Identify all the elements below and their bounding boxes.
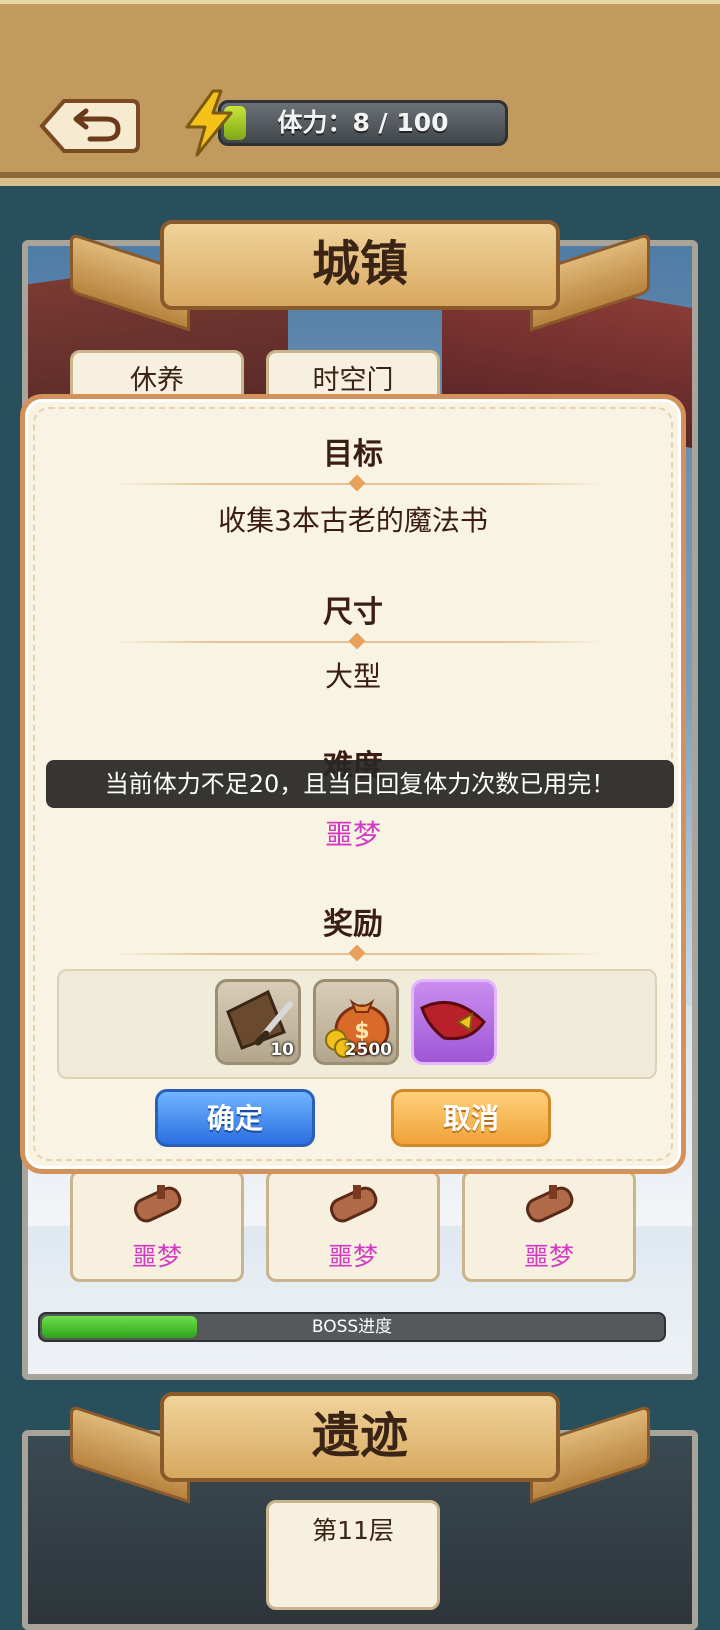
size-value: 大型: [324, 660, 381, 693]
confirm-button[interactable]: 确定: [155, 1089, 315, 1147]
nightmare-label: 噩梦: [327, 1242, 378, 1271]
back-button[interactable]: [36, 97, 140, 155]
boss-progress-label: BOSS进度: [311, 1317, 393, 1337]
nightmare-card-2[interactable]: 噩梦: [266, 1170, 440, 1282]
reward-qty: 2500: [344, 1040, 392, 1060]
nightmare-label: 噩梦: [131, 1242, 182, 1271]
floor-label: 第11层: [312, 1516, 394, 1545]
goal-heading: 目标: [323, 437, 383, 472]
divider: [113, 474, 603, 492]
stamina-bar: 体力：8 / 100: [218, 100, 508, 146]
ruins-banner: 遗迹: [70, 1384, 650, 1504]
nightmare-card-1[interactable]: 噩梦: [70, 1170, 244, 1282]
stamina-text: 体力：8 / 100: [277, 108, 449, 137]
size-heading: 尺寸: [323, 595, 383, 630]
lightning-icon: [185, 89, 233, 157]
divider: [113, 632, 603, 650]
town-banner: 城镇: [70, 212, 650, 332]
toast-message: 当前体力不足20，且当日回复体力次数已用完！: [46, 760, 674, 808]
nightmare-label: 噩梦: [523, 1242, 574, 1271]
nightmare-card-3[interactable]: 噩梦: [462, 1170, 636, 1282]
reward-item-belt[interactable]: [411, 979, 497, 1065]
divider-gem: [348, 632, 366, 650]
difficulty-value: 噩梦: [324, 818, 381, 851]
reward-heading: 奖励: [323, 907, 383, 942]
boss-progress-bar: BOSS进度: [38, 1312, 666, 1342]
scroll-icon: [525, 1185, 574, 1223]
scroll-icon: [329, 1185, 378, 1223]
town-title: 城镇: [311, 236, 408, 292]
goal-value: 收集3本古老的魔法书: [218, 504, 488, 537]
top-bar: 体力：8 / 100: [0, 0, 720, 186]
divider-gem: [348, 474, 366, 492]
reward-qty: 10: [270, 1040, 294, 1060]
cancel-button[interactable]: 取消: [391, 1089, 551, 1147]
red-belt-icon: [420, 1000, 486, 1041]
ruins-title: 遗迹: [311, 1408, 408, 1464]
divider-gem: [348, 944, 366, 962]
floor-card[interactable]: 第11层: [266, 1500, 440, 1610]
reward-item-gold[interactable]: $ 2500: [313, 979, 399, 1065]
rewards-box: 10 $ 2500: [57, 969, 657, 1079]
reward-item-leather[interactable]: 10: [215, 979, 301, 1065]
scroll-icon: [133, 1185, 182, 1223]
divider: [113, 944, 603, 962]
